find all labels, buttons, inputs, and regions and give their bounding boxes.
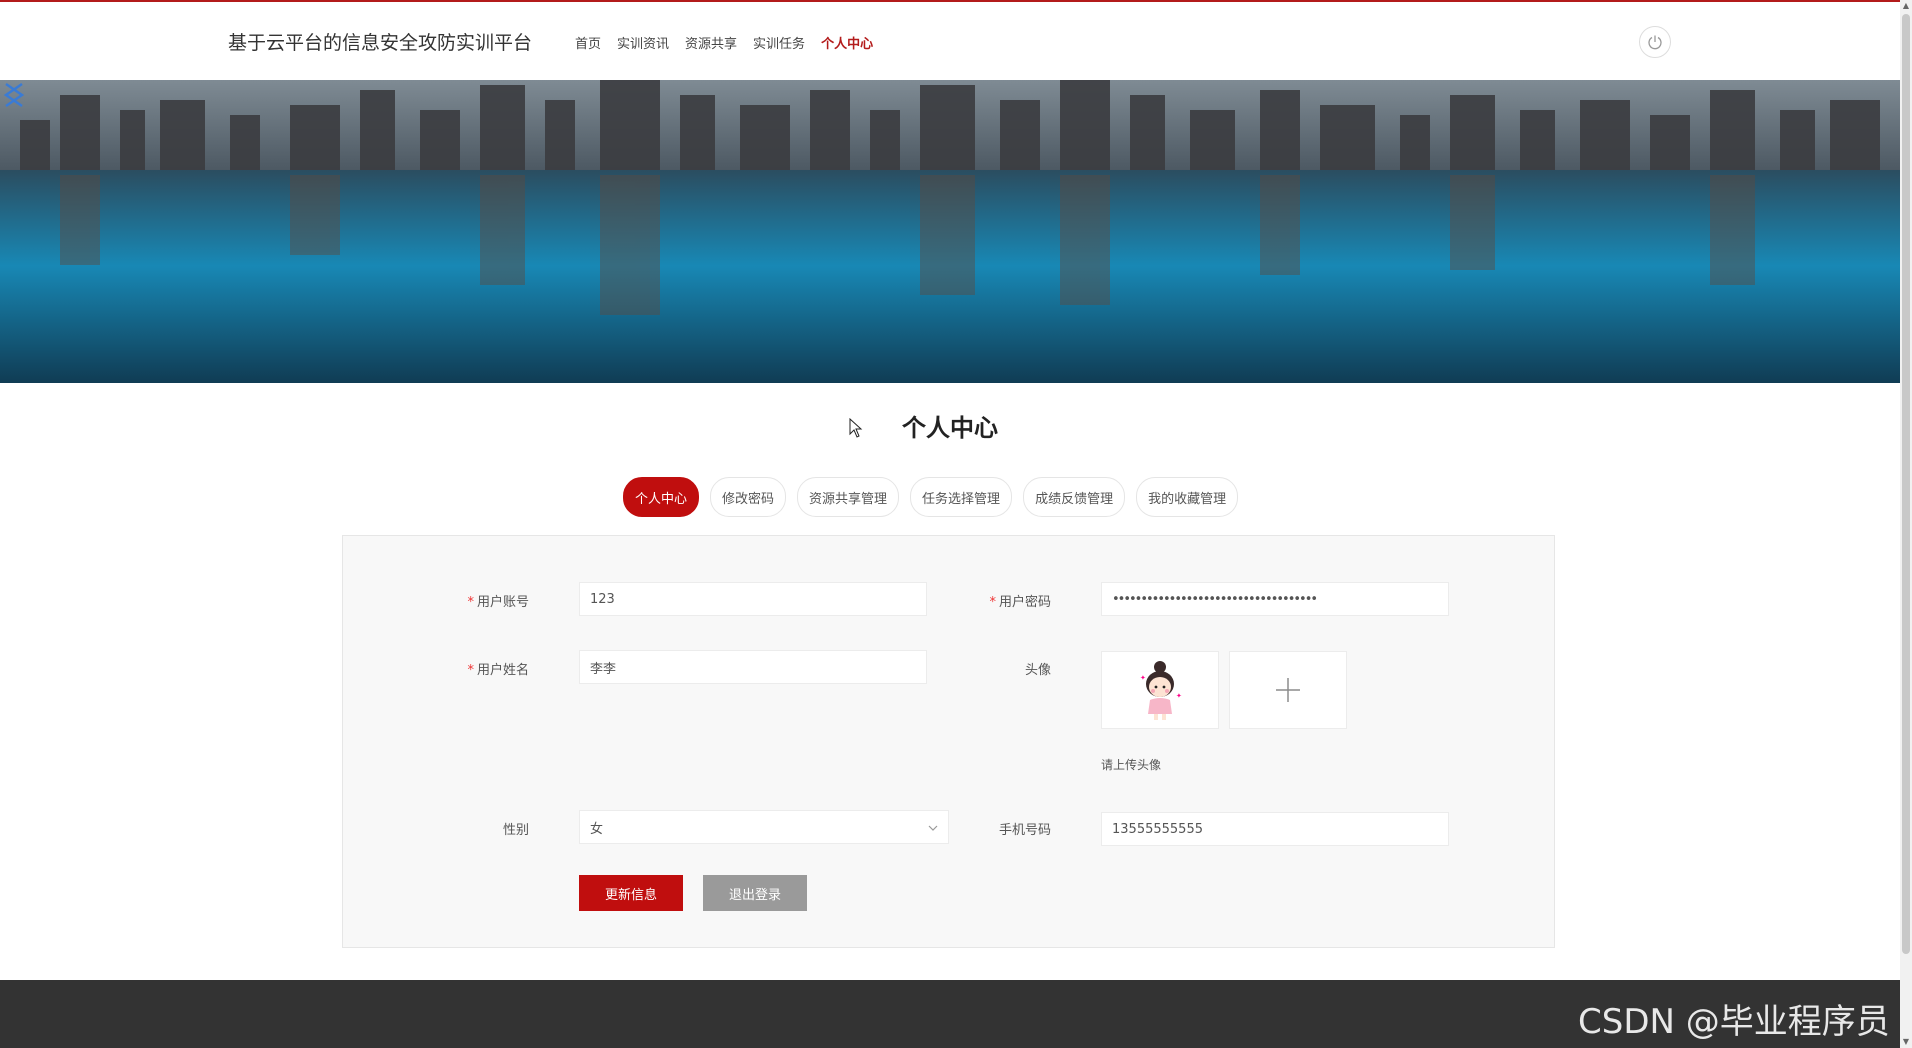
avatar-image: ✦✦: [1140, 661, 1182, 720]
power-button[interactable]: [1639, 26, 1671, 58]
power-icon: [1648, 35, 1662, 50]
gender-label: 性别: [502, 823, 529, 838]
logout-button[interactable]: 退出登录: [703, 875, 807, 911]
gender-selected-value: 女: [590, 821, 604, 837]
avatar-preview[interactable]: ✦ ✦: [1101, 651, 1219, 729]
header: 基于云平台的信息安全攻防实训平台 首页 实训资讯 资源共享 实训任务 个人中心: [0, 2, 1900, 80]
carousel-next-icon[interactable]: [0, 80, 28, 110]
tab-resource-management[interactable]: 资源共享管理: [797, 477, 900, 517]
phone-label: 手机号码: [998, 823, 1051, 838]
avatar-label: 头像: [1024, 663, 1051, 678]
account-input[interactable]: 123: [579, 582, 927, 616]
site-title: 基于云平台的信息安全攻防实训平台: [228, 32, 533, 54]
password-label: * 用户密码: [989, 595, 1051, 610]
update-info-button[interactable]: 更新信息: [579, 875, 683, 911]
page-title: 个人中心: [902, 414, 998, 442]
nav-home[interactable]: 首页: [575, 33, 601, 52]
tab-score-feedback[interactable]: 成绩反馈管理: [1023, 477, 1126, 517]
tab-profile[interactable]: 个人中心: [623, 477, 700, 517]
tab-favorites[interactable]: 我的收藏管理: [1136, 477, 1239, 517]
avatar-upload-hint: 请上传头像: [1101, 758, 1162, 772]
profile-form-panel: * 用户账号 123 * 用户密码 ••••••••••••••••••••••••…: [342, 535, 1555, 948]
nav-resources[interactable]: 资源共享: [685, 33, 737, 52]
profile-tabs: 个人中心 修改密码 资源共享管理 任务选择管理 成绩反馈管理 我的收藏管理: [623, 477, 1239, 517]
name-label: * 用户姓名: [467, 663, 529, 678]
scroll-thumb[interactable]: [1902, 14, 1910, 954]
nav-news[interactable]: 实训资讯: [617, 33, 669, 52]
tab-task-selection[interactable]: 任务选择管理: [910, 477, 1013, 517]
scroll-up-icon[interactable]: ▲: [1900, 0, 1912, 12]
nav-tasks[interactable]: 实训任务: [753, 33, 805, 52]
phone-input[interactable]: 13555555555: [1101, 812, 1449, 846]
svg-text:✦: ✦: [1140, 674, 1146, 682]
banner-image: [0, 80, 1900, 383]
vertical-scrollbar[interactable]: ▲ ▼: [1900, 0, 1912, 1048]
nav-profile[interactable]: 个人中心: [821, 33, 873, 52]
scroll-down-icon[interactable]: ▼: [1900, 1036, 1912, 1048]
main-nav: 首页 实训资讯 资源共享 实训任务 个人中心: [575, 33, 873, 52]
account-label: * 用户账号: [467, 595, 529, 610]
gender-select[interactable]: 女: [579, 810, 949, 844]
avatar-upload-button[interactable]: [1229, 651, 1347, 729]
name-input[interactable]: 李李: [579, 650, 927, 684]
tab-change-password[interactable]: 修改密码: [710, 477, 787, 517]
watermark: CSDN @毕业程序员: [1578, 1002, 1890, 1042]
mouse-cursor-icon: [849, 418, 863, 438]
plus-icon: [1276, 678, 1300, 702]
banner-carousel: [0, 80, 1900, 383]
svg-text:✦: ✦: [1176, 692, 1182, 700]
password-input[interactable]: ••••••••••••••••••••••••••••••••••••: [1101, 582, 1449, 616]
